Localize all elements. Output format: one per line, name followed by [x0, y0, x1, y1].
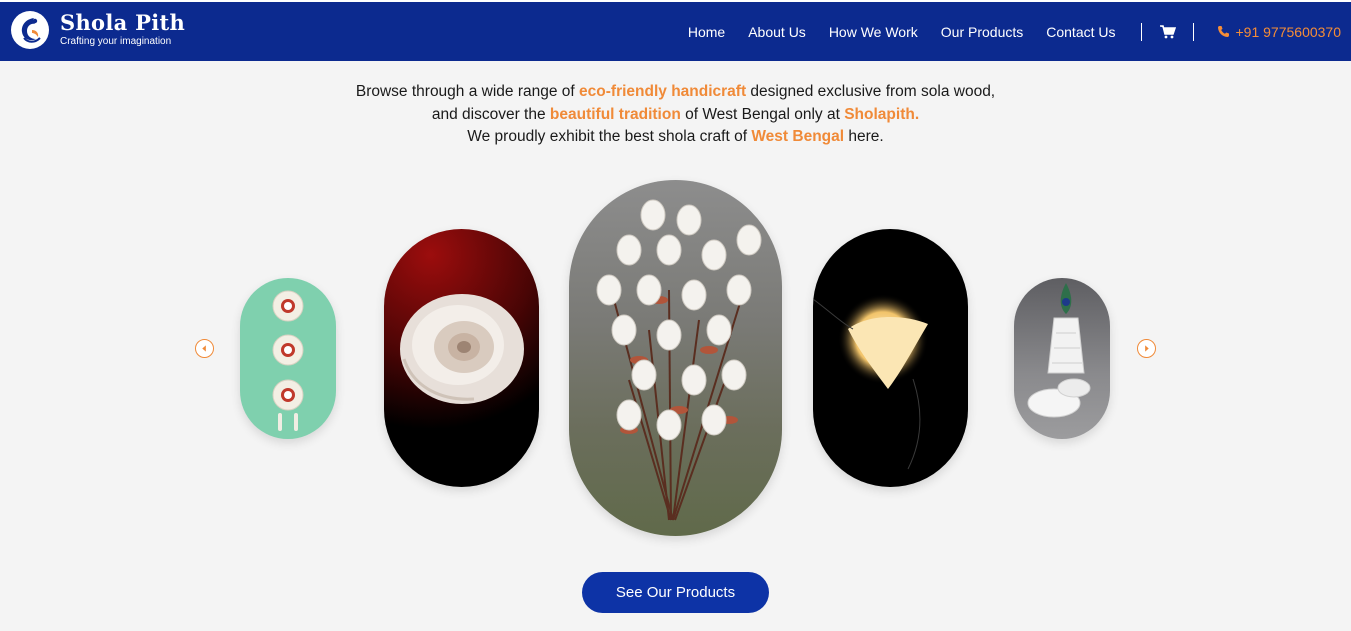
phone-icon [1217, 26, 1229, 37]
intro-text-segment: designed exclusive from sola wood, [746, 83, 996, 100]
brand-tagline: Crafting your imagination [60, 36, 172, 47]
highlight-sholapith: Sholapith. [844, 105, 920, 123]
carousel-next-button[interactable] [1137, 339, 1156, 358]
product-image-rose [400, 294, 524, 404]
brand-logo[interactable]: Shola Pith Crafting your imagination [10, 10, 185, 50]
arrow-right-icon [1145, 345, 1149, 352]
nav-how-we-work[interactable]: How We Work [829, 24, 918, 40]
nav-divider [1192, 22, 1194, 41]
peacock-logo-icon [11, 11, 49, 49]
carousel-slide-2[interactable] [384, 229, 539, 487]
nav-about-us[interactable]: About Us [748, 24, 806, 40]
intro-line-1: Browse through a wide range of eco-frien… [0, 81, 1351, 104]
phone-number: +91 9775600370 [1235, 23, 1342, 40]
carousel-slide-3[interactable] [569, 180, 782, 536]
carousel-slide-1[interactable] [240, 278, 336, 439]
intro-text-segment: here. [844, 128, 884, 145]
carousel-prev-button[interactable] [195, 339, 214, 358]
intro-text: Browse through a wide range of eco-frien… [0, 81, 1351, 149]
nav-home[interactable]: Home [688, 24, 725, 40]
highlight-beautiful-tradition: beautiful tradition [549, 105, 681, 123]
nav-contact-us[interactable]: Contact Us [1046, 24, 1115, 40]
intro-text-segment: and discover the [431, 105, 550, 123]
product-image-rosettes [272, 290, 304, 431]
main-nav: Home About Us How We Work Our Products C… [665, 2, 1341, 61]
top-navbar: Shola Pith Crafting your imagination Hom… [0, 0, 1351, 61]
nav-our-products[interactable]: Our Products [941, 24, 1023, 40]
highlight-eco-friendly: eco-friendly handicraft [579, 83, 747, 100]
highlight-west-bengal: West Bengal [751, 128, 845, 145]
carousel-slide-4[interactable] [813, 229, 968, 487]
product-image-flower-bouquet [596, 199, 762, 521]
brand-name: Shola Pith [60, 10, 186, 35]
cart-icon[interactable] [1159, 24, 1176, 39]
carousel-slide-5[interactable] [1014, 278, 1110, 439]
see-our-products-button[interactable]: See Our Products [582, 572, 769, 613]
intro-text-segment: We proudly exhibit the best shola craft … [467, 128, 752, 145]
phone-link[interactable]: +91 9775600370 [1217, 23, 1342, 40]
nav-divider [1140, 22, 1142, 41]
product-image-flower-lamp [813, 294, 928, 470]
intro-text-segment: of West Bengal only at [680, 105, 845, 123]
intro-text-segment: Browse through a wide range of [355, 83, 580, 100]
product-image-crown [1027, 283, 1091, 418]
intro-line-3: We proudly exhibit the best shola craft … [0, 126, 1351, 149]
arrow-left-icon [202, 345, 206, 352]
intro-line-2: and discover the beautiful tradition of … [0, 104, 1351, 127]
